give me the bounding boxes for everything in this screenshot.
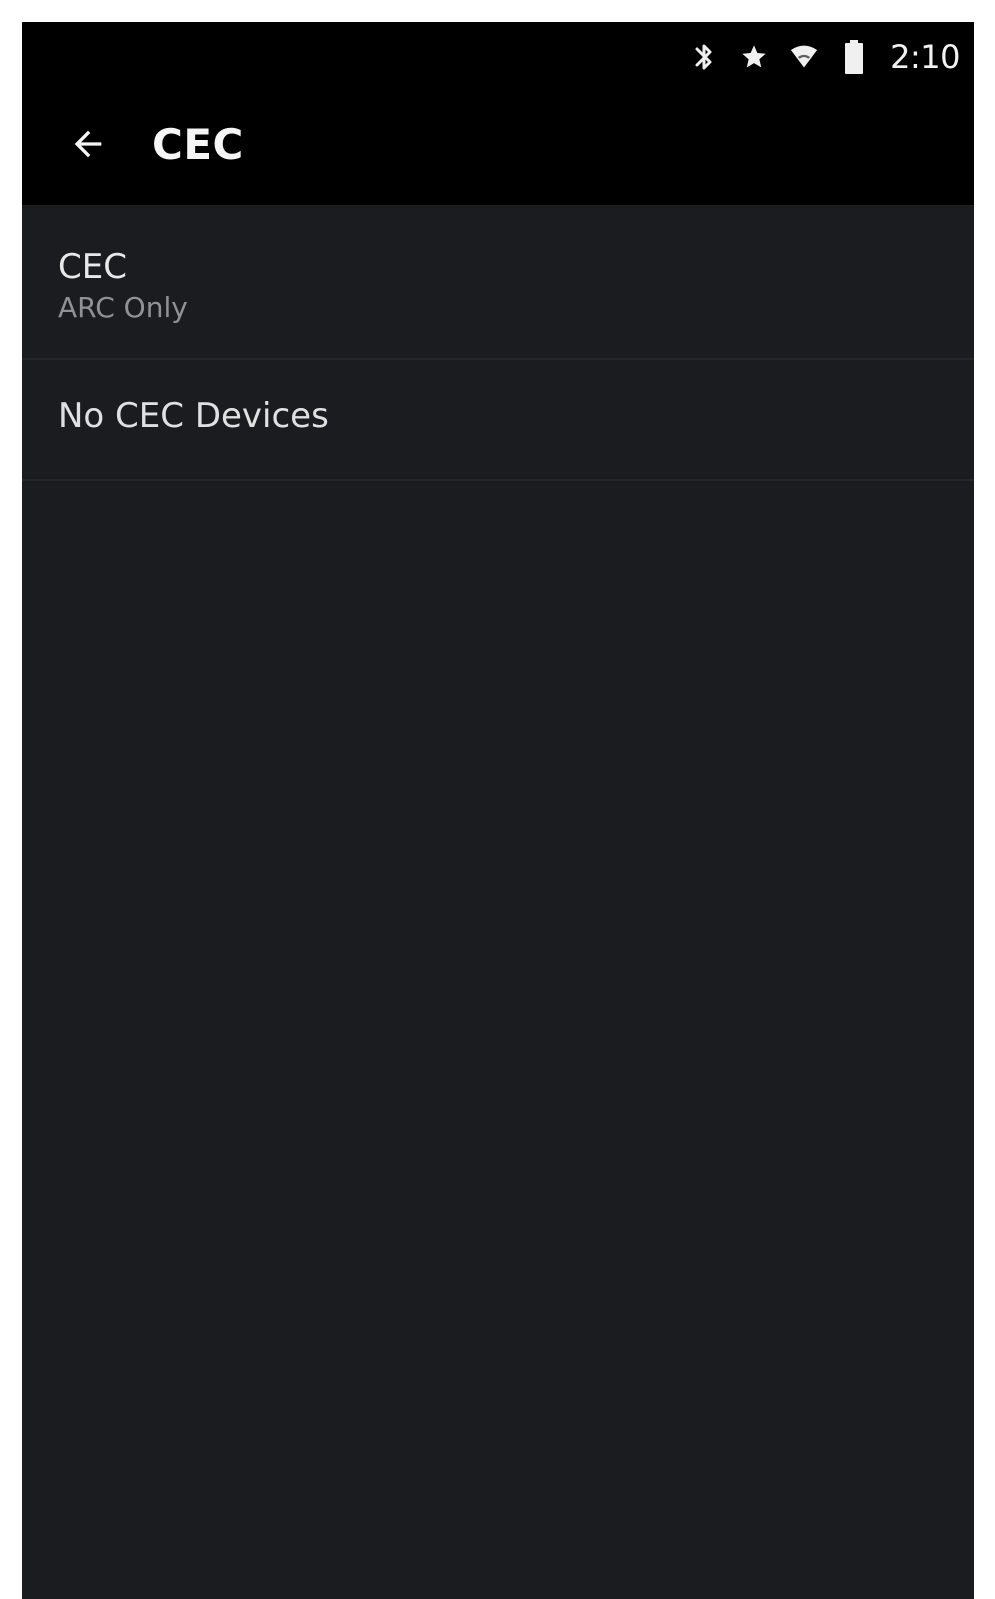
status-time: 2:10 xyxy=(890,38,960,76)
battery-icon xyxy=(840,40,868,74)
cec-devices-item[interactable]: No CEC Devices xyxy=(22,360,974,481)
back-button[interactable] xyxy=(64,122,112,170)
cec-setting-item[interactable]: CEC ARC Only xyxy=(22,205,974,360)
cec-setting-title: CEC xyxy=(58,247,127,287)
star-icon xyxy=(740,40,768,74)
page-title: CEC xyxy=(152,120,244,169)
app-bar: 2:10 CEC xyxy=(22,22,974,205)
device-screen: 2:10 CEC CEC ARC Only No CEC Devices xyxy=(22,22,974,1599)
cec-setting-value: ARC Only xyxy=(58,291,188,324)
settings-list: CEC ARC Only No CEC Devices xyxy=(22,205,974,481)
wifi-icon xyxy=(790,40,818,74)
back-arrow-icon xyxy=(68,124,108,168)
cec-devices-label: No CEC Devices xyxy=(58,396,329,436)
status-bar: 2:10 xyxy=(690,34,960,80)
bluetooth-icon xyxy=(690,40,718,74)
